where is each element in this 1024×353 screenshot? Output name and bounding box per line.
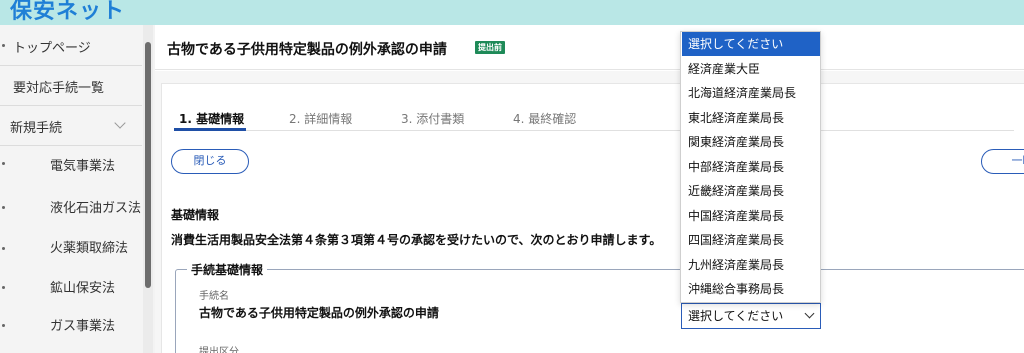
bullet-icon bbox=[2, 162, 5, 165]
title-bar: 古物である子供用特定製品の例外承認の申請 提出前 bbox=[155, 25, 1024, 70]
dropdown-option[interactable]: 北海道経済産業局長 bbox=[682, 81, 820, 105]
bullet-icon bbox=[2, 206, 5, 209]
dropdown-option[interactable]: 沖縄総合事務局長 bbox=[682, 277, 820, 301]
close-button[interactable]: 閉じる bbox=[171, 149, 249, 174]
divider bbox=[0, 65, 142, 66]
dropdown-option[interactable]: 東北経済産業局長 bbox=[682, 106, 820, 130]
chevron-down-icon[interactable] bbox=[114, 117, 126, 129]
sidebar-item-mine-safety-act[interactable]: 鉱山保安法 bbox=[50, 277, 115, 296]
dropdown-option[interactable]: 近畿経済産業局長 bbox=[682, 179, 820, 203]
lead-text: 消費生活用製品安全法第４条第３項第４号の承認を受けたいので、次のとおり申請します… bbox=[171, 233, 662, 247]
dropdown-option[interactable]: 中国経済産業局長 bbox=[682, 204, 820, 228]
submission-category-label: 提出区分 bbox=[199, 347, 239, 353]
dropdown-option[interactable]: 四国経済産業局長 bbox=[682, 228, 820, 252]
active-step-indicator bbox=[174, 128, 246, 131]
dropdown-option[interactable]: 経済産業大臣 bbox=[682, 57, 820, 81]
step-attachments[interactable]: 3. 添付書類 bbox=[401, 110, 464, 127]
sidebar-item-top[interactable]: トップページ bbox=[13, 37, 91, 56]
step-detail-info[interactable]: 2. 詳細情報 bbox=[289, 110, 352, 127]
sidebar-scrollbar-thumb[interactable] bbox=[145, 42, 151, 288]
header-band: 保安ネット bbox=[0, 0, 1024, 25]
bullet-icon bbox=[2, 247, 5, 250]
temp-save-button[interactable]: 一時保 bbox=[981, 149, 1024, 174]
step-basic-info[interactable]: 1. 基礎情報 bbox=[179, 110, 244, 127]
sidebar-item-lpg-act[interactable]: 液化石油ガス法 bbox=[50, 197, 141, 216]
divider bbox=[0, 105, 142, 106]
step-divider bbox=[174, 130, 1014, 131]
procedure-name-value: 古物である子供用特定製品の例外承認の申請 bbox=[199, 306, 439, 320]
dropdown-option[interactable]: 九州経済産業局長 bbox=[682, 253, 820, 277]
sidebar-item-new-procedure[interactable]: 新規手続 bbox=[10, 117, 62, 136]
sidebar-item-explosives-act[interactable]: 火薬類取締法 bbox=[50, 237, 128, 256]
status-badge: 提出前 bbox=[475, 41, 505, 54]
dropdown-option[interactable]: 中部経済産業局長 bbox=[682, 155, 820, 179]
dropdown-option[interactable]: 関東経済産業局長 bbox=[682, 130, 820, 154]
section-heading: 基礎情報 bbox=[171, 208, 220, 222]
page-title: 古物である子供用特定製品の例外承認の申請 bbox=[167, 42, 447, 58]
fieldset-legend: 手続基礎情報 bbox=[187, 261, 268, 278]
authority-select[interactable]: 選択してください bbox=[681, 303, 821, 329]
step-final-check[interactable]: 4. 最終確認 bbox=[513, 110, 576, 127]
bullet-icon bbox=[2, 324, 5, 327]
authority-dropdown-list: 選択してください 経済産業大臣 北海道経済産業局長 東北経済産業局長 関東経済産… bbox=[680, 31, 821, 303]
sidebar-item-electricity-act[interactable]: 電気事業法 bbox=[50, 155, 115, 174]
sidebar-item-gas-act[interactable]: ガス事業法 bbox=[50, 315, 115, 334]
sidebar-item-todo-list[interactable]: 要対応手続一覧 bbox=[13, 77, 104, 96]
bullet-icon bbox=[2, 44, 5, 47]
dropdown-option[interactable]: 選択してください bbox=[682, 32, 820, 56]
bullet-icon bbox=[2, 286, 5, 289]
sidebar: トップページ 要対応手続一覧 新規手続 電気事業法 液化石油ガス法 火薬類取締法… bbox=[0, 25, 153, 353]
divider bbox=[0, 145, 142, 146]
procedure-name-label: 手続名 bbox=[199, 291, 229, 302]
logo[interactable]: 保安ネット bbox=[10, 0, 125, 25]
main-panel: 古物である子供用特定製品の例外承認の申請 提出前 1. 基礎情報 2. 詳細情報… bbox=[155, 25, 1024, 353]
